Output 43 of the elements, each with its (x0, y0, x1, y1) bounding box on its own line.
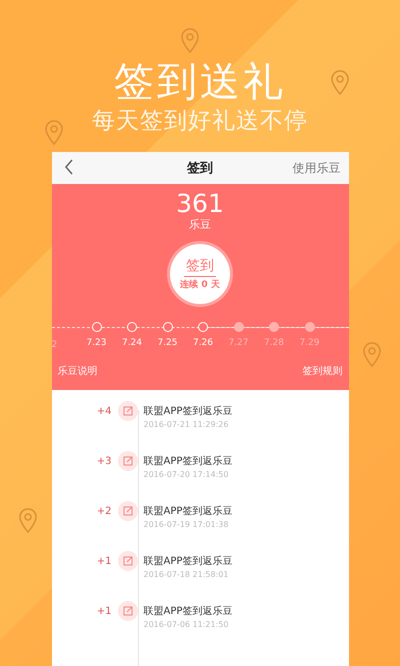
edit-icon (118, 501, 138, 521)
date-label: 7.24 (122, 338, 142, 348)
points-gain: +1 (96, 555, 112, 569)
subheadline: 每天签到好礼送不停 (92, 107, 308, 136)
edit-icon (118, 601, 138, 621)
date-label: 7.26 (192, 338, 214, 348)
points-gain: +2 (96, 505, 112, 519)
points-unit: 乐豆 (189, 218, 211, 232)
location-pin-icon (330, 70, 350, 96)
points-balance: 361 (176, 190, 224, 218)
record-time: 2016-07-18 21:58:01 (144, 569, 230, 581)
date-label: 7.27 (228, 338, 249, 348)
edit-icon (118, 451, 138, 471)
record-time: 2016-07-19 17:01:38 (144, 519, 230, 531)
date-label: 7.23 (86, 338, 107, 348)
record-time: 2016-07-06 11:21:50 (144, 619, 230, 631)
headline: 签到送礼 (114, 58, 286, 106)
record-title: 联盟APP签到返乐豆 (144, 504, 232, 519)
record-title: 联盟APP签到返乐豆 (144, 604, 232, 619)
location-pin-icon (18, 508, 38, 534)
location-pin-icon (44, 120, 64, 146)
checkin-button[interactable]: 签到 连续 0 天 (170, 244, 230, 304)
points-gain: +1 (96, 605, 112, 619)
location-pin-icon (180, 28, 200, 54)
back-button[interactable] (64, 158, 74, 178)
points-gain: +3 (96, 455, 112, 469)
location-pin-icon (362, 342, 382, 368)
date-label: 7.25 (157, 338, 178, 348)
date-label: 7.29 (299, 338, 320, 348)
page-title: 签到 (187, 160, 213, 177)
record-time: 2016-07-20 17:14:50 (144, 469, 230, 481)
edit-icon (118, 551, 138, 571)
date-label: 7.28 (264, 338, 284, 348)
record-time: 2016-07-21 11:29:26 (144, 419, 230, 431)
checkin-rules-link[interactable]: 签到规则 (302, 364, 342, 378)
record-title: 联盟APP签到返乐豆 (144, 554, 232, 569)
edit-icon (118, 401, 138, 421)
use-points-button[interactable]: 使用乐豆 (292, 160, 340, 176)
date-label: 2 (52, 340, 58, 350)
record-title: 联盟APP签到返乐豆 (144, 454, 232, 469)
points-gain: +4 (96, 405, 112, 419)
record-title: 联盟APP签到返乐豆 (144, 404, 232, 419)
points-info-link[interactable]: 乐豆说明 (58, 364, 98, 378)
